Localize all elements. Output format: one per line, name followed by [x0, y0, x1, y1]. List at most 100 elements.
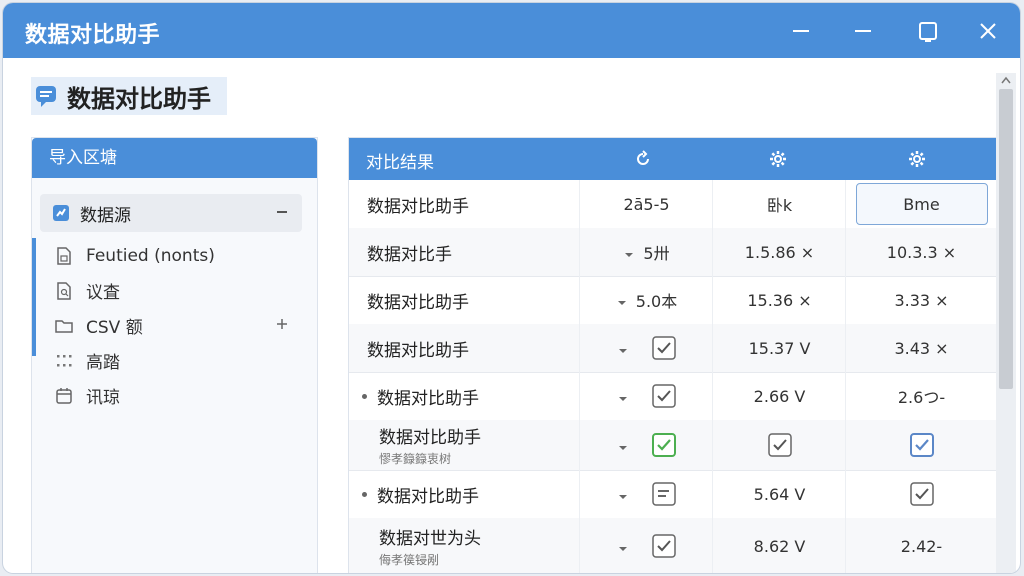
vertical-scrollbar[interactable] [996, 73, 1016, 573]
tree-item-review[interactable]: 议査 [32, 273, 317, 308]
dots-grid-icon [54, 351, 74, 371]
row-name: 数据对比助手 [367, 292, 469, 313]
row-name-cell: 数据对比助手 憀孝籙籙衷树 [349, 420, 609, 470]
data-source-icon [52, 204, 70, 222]
results-title: 对比结果 [366, 153, 434, 173]
bme-button[interactable]: Bme [855, 183, 988, 225]
checkbox-icon[interactable] [651, 383, 677, 409]
table-row[interactable]: 数据对比手 5卅 1.5.86 × 10.3.3 × [349, 228, 996, 277]
tree-item-label: CSV 额 [86, 318, 143, 338]
chevron-down-icon[interactable] [617, 540, 629, 552]
chevron-down-icon[interactable] [617, 439, 629, 451]
chevron-down-icon[interactable] [623, 246, 635, 258]
tree-item-schedule[interactable]: 讯琼 [32, 378, 317, 413]
row-subtitle: 侮孝篌锓剐 [379, 553, 440, 567]
table-row[interactable]: 数据对比助手 5.64 V [349, 470, 996, 519]
table-row[interactable]: 数据对比助手 15.37 V 3.43 × [349, 324, 996, 373]
row-value-1-cell: 5.0本 [579, 276, 713, 324]
chevron-down-icon[interactable] [617, 342, 629, 354]
table-row[interactable]: 数据对比助手 憀孝籙籙衷树 [349, 420, 996, 471]
tree-item-label: 高踏 [86, 353, 120, 373]
app-window: 数据对比助手 数据对比助手 导入区塘 数据源 Feutied (nonts) 议… [3, 3, 1020, 573]
gear-icon[interactable] [768, 149, 788, 169]
row-name: 数据对比助手 [367, 340, 469, 361]
table-row[interactable]: 数据对比助手 2ā5-5 卧k Bme [349, 180, 996, 229]
tree-item-file[interactable]: Feutied (nonts) [32, 238, 317, 273]
source-tree: Feutied (nonts) 议査 CSV 额 高踏 讯琼 [32, 238, 317, 413]
tree-item-label: 讯琼 [86, 388, 120, 408]
row-value-1-cell [579, 518, 713, 573]
gear-icon[interactable] [907, 149, 927, 169]
row-value-2: 15.36 × [712, 276, 846, 324]
data-source-label: 数据源 [80, 205, 131, 226]
maximize-icon[interactable] [910, 13, 946, 49]
row-value-3: 2.42- [845, 518, 996, 573]
tree-item-label: Feutied (nonts) [86, 245, 215, 266]
collapse-icon[interactable] [274, 204, 290, 220]
row-name: 数据对比助手 [379, 428, 481, 448]
folder-icon [54, 316, 74, 336]
row-value-1-cell [579, 470, 713, 518]
row-value-2: 15.37 V [712, 324, 846, 372]
refresh-icon[interactable] [633, 149, 653, 169]
row-name: 数据对世为头 [379, 529, 481, 549]
chevron-down-icon[interactable] [617, 390, 629, 402]
results-panel: 对比结果 数据对比助手 2ā5-5 卧k Bme 数据对比手 5卅 1.5.86… [348, 137, 997, 573]
row-value-1: 5卅 [643, 244, 670, 263]
row-name: 数据对比助手 [367, 196, 469, 217]
checkbox-icon[interactable] [651, 335, 677, 361]
scrollbar-thumb[interactable] [999, 89, 1013, 389]
row-value-3-cell: Bme [845, 180, 996, 228]
data-source-row[interactable]: 数据源 [40, 194, 302, 232]
row-value-1: 2ā5-5 [579, 180, 713, 228]
row-name: 数据对比助手 [377, 388, 479, 409]
row-name-cell: 数据对世为头 侮孝篌锓剐 [349, 518, 609, 573]
row-value-1: 5.0本 [635, 292, 678, 311]
document-search-icon [54, 281, 74, 301]
note-icon[interactable] [651, 481, 677, 507]
window-title: 数据对比助手 [25, 23, 161, 48]
row-value-3-cell [845, 470, 996, 518]
row-name-box: 数据对比助手 憀孝籙籙衷树 [379, 423, 481, 467]
row-value-1-cell [579, 324, 713, 372]
checkbox-icon[interactable] [767, 432, 793, 458]
chevron-down-icon[interactable] [616, 294, 628, 306]
row-value-2: 1.5.86 × [712, 228, 846, 276]
scroll-up-icon[interactable] [1001, 76, 1011, 84]
tree-item-advanced[interactable]: 高踏 [32, 343, 317, 378]
table-row[interactable]: 数据对比助手 2.66 V 2.6つ- [349, 372, 996, 421]
checkbox-icon[interactable] [909, 481, 935, 507]
sparkle-icon [275, 316, 289, 330]
row-name-box: 数据对世为头 侮孝篌锓剐 [379, 524, 481, 568]
checkbox-checked-icon[interactable] [909, 432, 935, 458]
row-value-1-cell [579, 420, 713, 470]
restore-icon[interactable] [845, 13, 881, 49]
app-name: 数据对比助手 [67, 84, 211, 113]
row-name: 数据对比助手 [377, 486, 479, 507]
table-row[interactable]: 数据对比助手 5.0本 15.36 × 3.33 × [349, 276, 996, 325]
chevron-down-icon[interactable] [617, 488, 629, 500]
app-header: 数据对比助手 [31, 77, 227, 115]
row-value-3-cell [845, 420, 996, 470]
row-value-2: 8.62 V [712, 518, 846, 573]
row-value-2: 2.66 V [712, 372, 846, 420]
table-row[interactable]: 数据对世为头 侮孝篌锓剐 8.62 V 2.42- [349, 518, 996, 573]
import-panel-title: 导入区塘 [32, 138, 317, 178]
tree-item-label: 议査 [86, 283, 120, 303]
row-value-3: 2.6つ- [845, 372, 996, 420]
chat-bubble-icon [35, 84, 57, 108]
tree-item-csv[interactable]: CSV 额 [32, 308, 317, 343]
minimize-icon[interactable] [783, 13, 819, 49]
checkbox-checked-icon[interactable] [651, 432, 677, 458]
row-value-3: 3.33 × [845, 276, 996, 324]
row-value-2: 5.64 V [712, 470, 846, 518]
row-value-1-cell: 5卅 [579, 228, 713, 276]
row-name-cell: 数据对比助手 [349, 470, 597, 518]
import-panel: 导入区塘 数据源 Feutied (nonts) 议査 CSV 额 高踏 讯琼 [31, 137, 318, 573]
close-icon[interactable] [970, 13, 1006, 49]
title-bar: 数据对比助手 [3, 3, 1020, 58]
bullet-icon [362, 393, 367, 399]
row-subtitle: 憀孝籙籙衷树 [379, 452, 452, 466]
row-value-2-cell [712, 420, 846, 470]
checkbox-icon[interactable] [651, 533, 677, 559]
